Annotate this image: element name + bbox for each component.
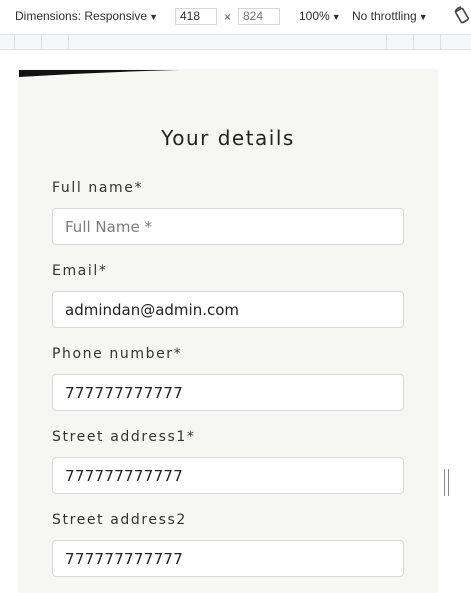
media-query-ruler (0, 35, 471, 50)
full-name-input[interactable] (52, 208, 404, 245)
height-input[interactable] (238, 8, 280, 25)
street-address1-label: Street address1* (52, 429, 196, 445)
decorative-swoosh (19, 70, 179, 77)
zoom-label: 100% (299, 9, 330, 23)
dimensions-label: Dimensions: Responsive (15, 9, 148, 23)
viewport-resize-handle[interactable] (444, 469, 449, 496)
full-name-label: Full name* (52, 180, 144, 196)
times-separator: × (224, 10, 232, 24)
street-address1-input[interactable] (52, 457, 404, 494)
street-address2-input[interactable] (52, 540, 404, 577)
throttling-label: No throttling (352, 9, 417, 23)
chevron-down-icon: ▼ (149, 12, 158, 22)
chevron-down-icon: ▼ (331, 12, 341, 22)
page-title: Your details (161, 126, 295, 150)
street-address2-label: Street address2 (52, 512, 187, 528)
phone-label: Phone number* (52, 346, 183, 362)
dimensions-dropdown[interactable]: Dimensions: Responsive ▼ (15, 9, 158, 23)
throttling-dropdown[interactable]: No throttling ▼ (352, 9, 428, 23)
email-input[interactable] (52, 291, 404, 328)
email-label: Email* (52, 263, 108, 279)
width-input[interactable] (175, 8, 217, 25)
zoom-dropdown[interactable]: 100% ▼ (299, 9, 341, 23)
rotate-icon[interactable] (453, 6, 471, 26)
phone-input[interactable] (52, 374, 404, 411)
details-form-card: Your details Full name* Email* Phone num… (19, 70, 437, 593)
chevron-down-icon: ▼ (418, 12, 428, 22)
devtools-toolbar: Dimensions: Responsive▼ × 100%▼ No throt… (0, 0, 471, 35)
